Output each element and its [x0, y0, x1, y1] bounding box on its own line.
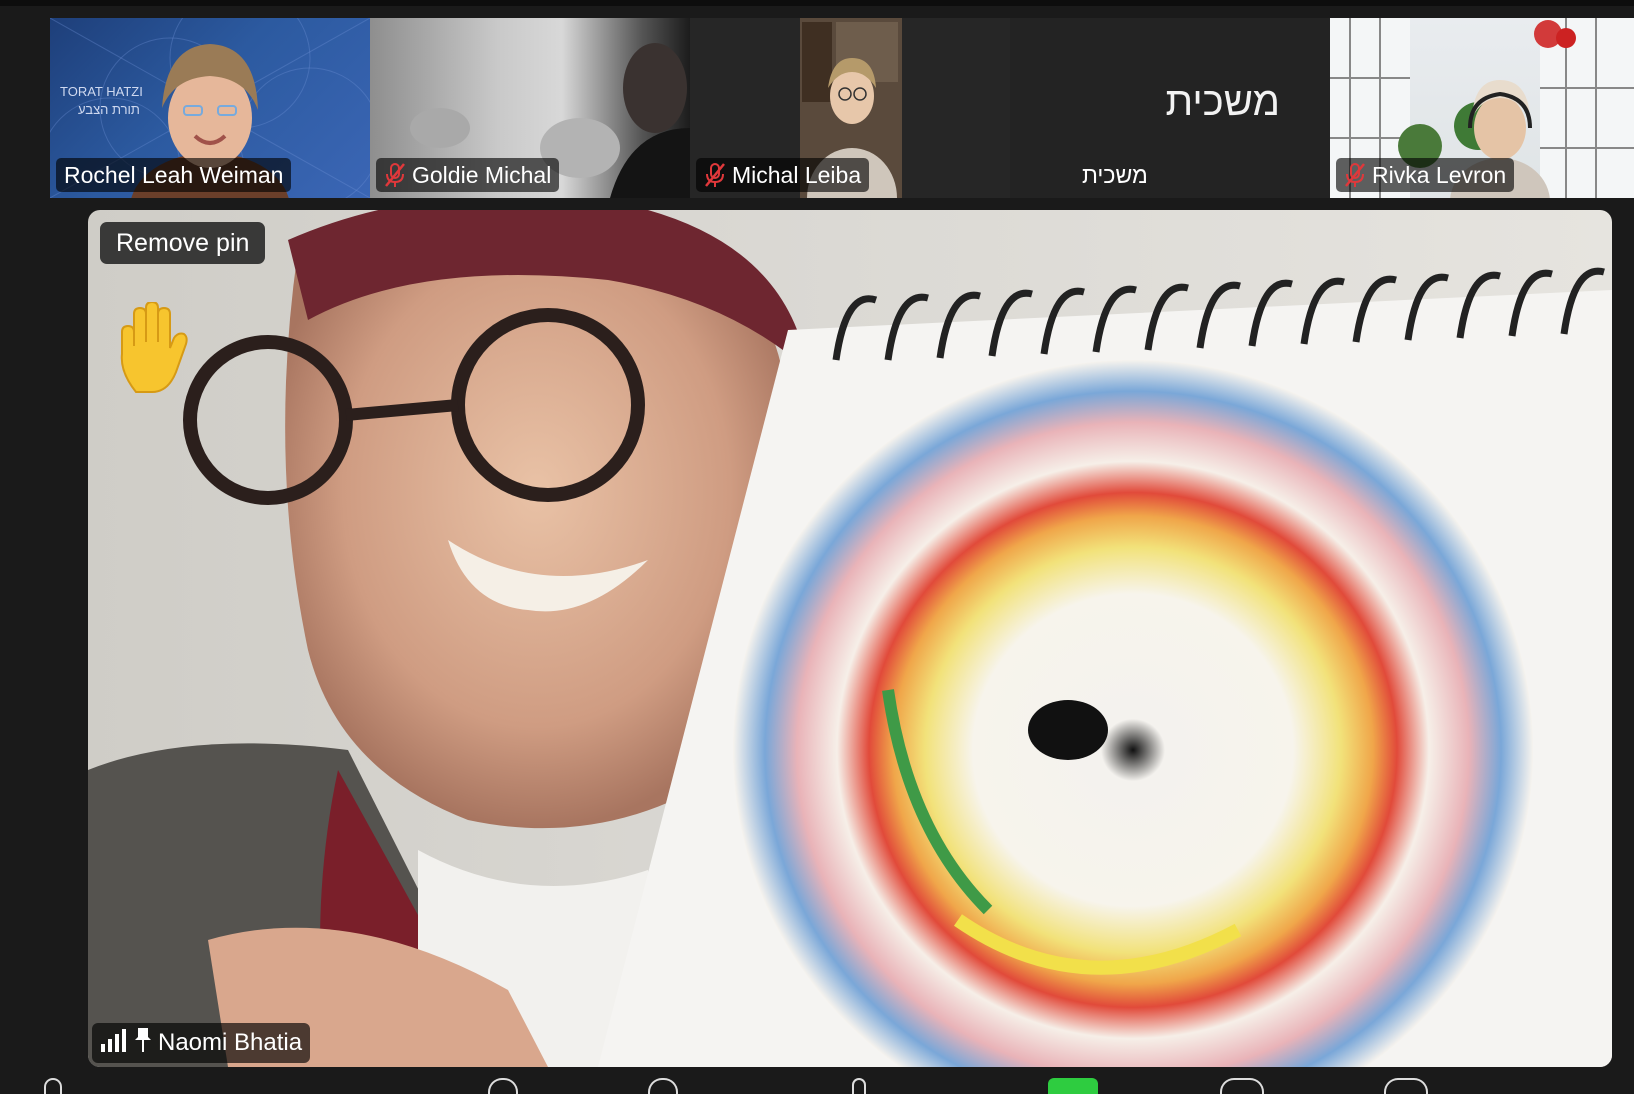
toolbar-icon-7[interactable] [1384, 1078, 1428, 1094]
pinned-name-badge: Naomi Bhatia [92, 1023, 311, 1063]
participant-name: Goldie Michal [412, 161, 552, 188]
toolbar-icon-1[interactable] [44, 1078, 62, 1094]
participant-name: Rivka Levron [1372, 161, 1507, 188]
pinned-video-frame [88, 210, 1612, 1067]
mic-muted-icon [1344, 162, 1366, 188]
mic-muted-icon [384, 162, 406, 188]
participant-name: משכית [1082, 161, 1148, 188]
remove-pin-button[interactable]: Remove pin [100, 222, 266, 264]
participant-tile-mashkit[interactable]: משכית משכית [1010, 18, 1330, 198]
participant-display-name: משכית [1165, 80, 1280, 124]
signal-strength-icon [100, 1028, 128, 1059]
name-badge: Goldie Michal [376, 158, 560, 192]
name-badge: משכית [1074, 158, 1156, 192]
name-badge: Michal Leiba [696, 158, 870, 192]
name-badge: Rivka Levron [1336, 158, 1515, 192]
participant-strip: TORAT HATZI תורת הצבע Rochel Leah Weiman… [50, 18, 1634, 198]
tile-bg-text-he: תורת הצבע [78, 102, 140, 117]
participant-tile-rivka[interactable]: Rivka Levron [1330, 18, 1634, 198]
pinned-video[interactable]: Remove pin Naomi Bhatia [88, 210, 1612, 1067]
toolbar-icon-3[interactable] [648, 1078, 678, 1094]
participant-tile-rochel[interactable]: TORAT HATZI תורת הצבע Rochel Leah Weiman [50, 18, 370, 198]
participant-tile-michal[interactable]: Michal Leiba [690, 18, 1010, 198]
pin-icon [134, 1027, 152, 1060]
mic-muted-icon [704, 162, 726, 188]
raised-hand-icon [112, 300, 192, 394]
bottom-toolbar [0, 1074, 1634, 1094]
toolbar-icon-2[interactable] [488, 1078, 518, 1094]
tile-bg-text-en: TORAT HATZI [60, 84, 143, 99]
toolbar-icon-6[interactable] [1220, 1078, 1264, 1094]
window-top-bar [0, 0, 1634, 6]
name-badge: Rochel Leah Weiman [56, 158, 292, 192]
participant-name: Michal Leiba [732, 161, 862, 188]
pinned-participant-name: Naomi Bhatia [158, 1029, 303, 1056]
toolbar-icon-5[interactable] [1048, 1078, 1098, 1094]
toolbar-icon-4[interactable] [852, 1078, 866, 1094]
participant-tile-goldie[interactable]: Goldie Michal [370, 18, 690, 198]
participant-name: Rochel Leah Weiman [64, 161, 284, 188]
